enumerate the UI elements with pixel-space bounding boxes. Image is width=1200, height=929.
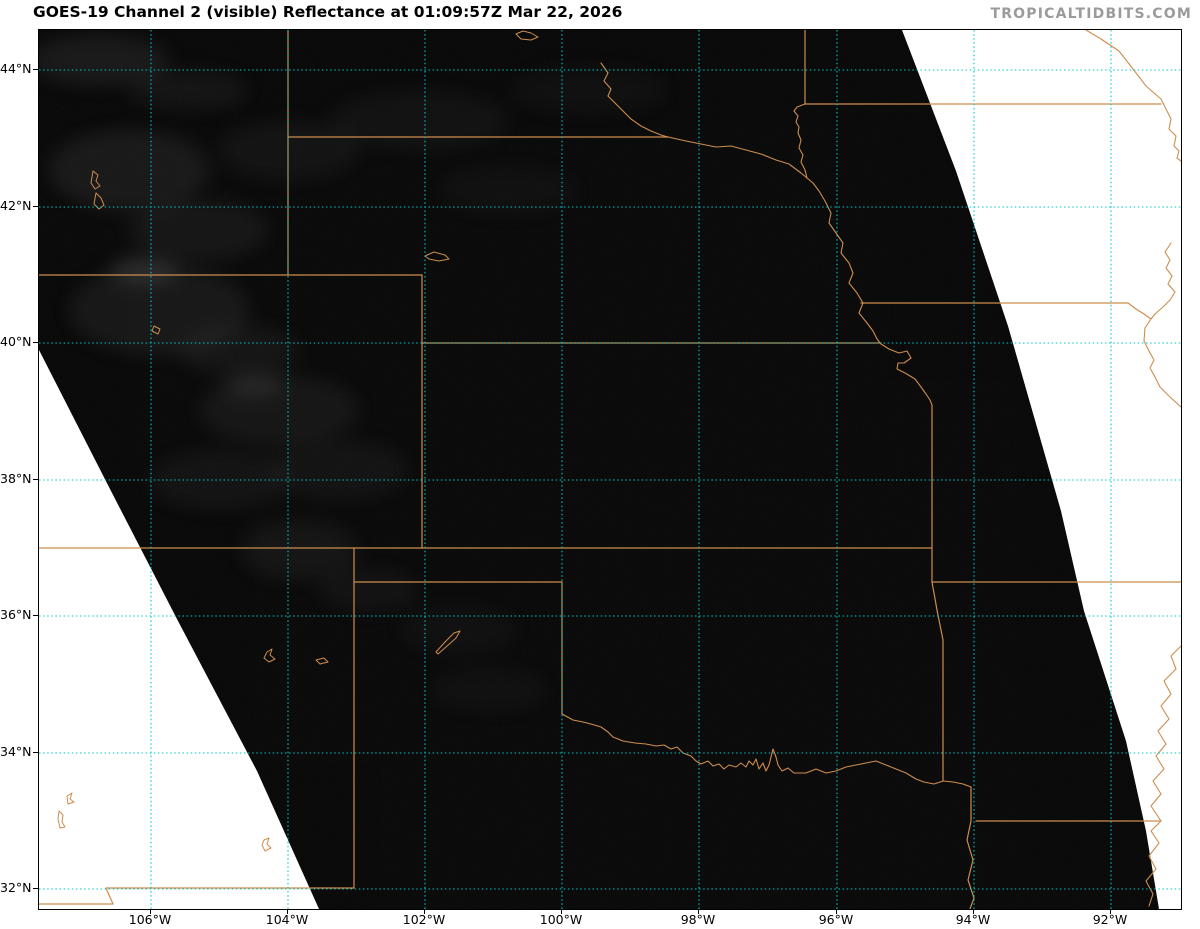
lat-label-42n: 42°N — [0, 198, 32, 213]
goes-satellite-page: { "title": "GOES-19 Channel 2 (visible) … — [0, 0, 1200, 929]
axis-tick — [33, 206, 38, 207]
map-plot-area — [38, 29, 1182, 910]
lon-label-106w: 106°W — [128, 912, 172, 927]
lake-nm-1 — [66, 792, 75, 805]
lon-label-102w: 102°W — [402, 912, 446, 927]
lon-label-104w: 104°W — [265, 912, 309, 927]
lat-label-44n: 44°N — [0, 61, 32, 76]
lon-label-96w: 96°W — [818, 912, 854, 927]
page-title: GOES-19 Channel 2 (visible) Reflectance … — [33, 3, 623, 21]
axis-tick — [33, 342, 38, 343]
axis-tick — [33, 479, 38, 480]
lake-tx-small — [261, 837, 272, 852]
mississippi-river-middle — [1143, 242, 1181, 408]
lake-nm-2 — [57, 810, 66, 829]
axis-tick — [33, 888, 38, 889]
axis-tick — [33, 69, 38, 70]
lat-label-38n: 38°N — [0, 471, 32, 486]
axis-tick — [33, 615, 38, 616]
lon-label-100w: 100°W — [539, 912, 583, 927]
lat-label-40n: 40°N — [0, 334, 32, 349]
border-32n-tx-nm — [39, 887, 355, 905]
mississippi-river-upper — [1085, 30, 1181, 162]
lon-label-98w: 98°W — [680, 912, 716, 927]
lat-label-34n: 34°N — [0, 744, 32, 759]
tropicaltidbits-watermark: TROPICALTIDBITS.COM — [990, 6, 1192, 22]
satellite-map-svg — [39, 30, 1181, 909]
lat-label-32n: 32°N — [0, 880, 32, 895]
axis-tick — [33, 752, 38, 753]
lon-label-94w: 94°W — [955, 912, 991, 927]
lat-label-36n: 36°N — [0, 607, 32, 622]
lon-label-92w: 92°W — [1092, 912, 1128, 927]
